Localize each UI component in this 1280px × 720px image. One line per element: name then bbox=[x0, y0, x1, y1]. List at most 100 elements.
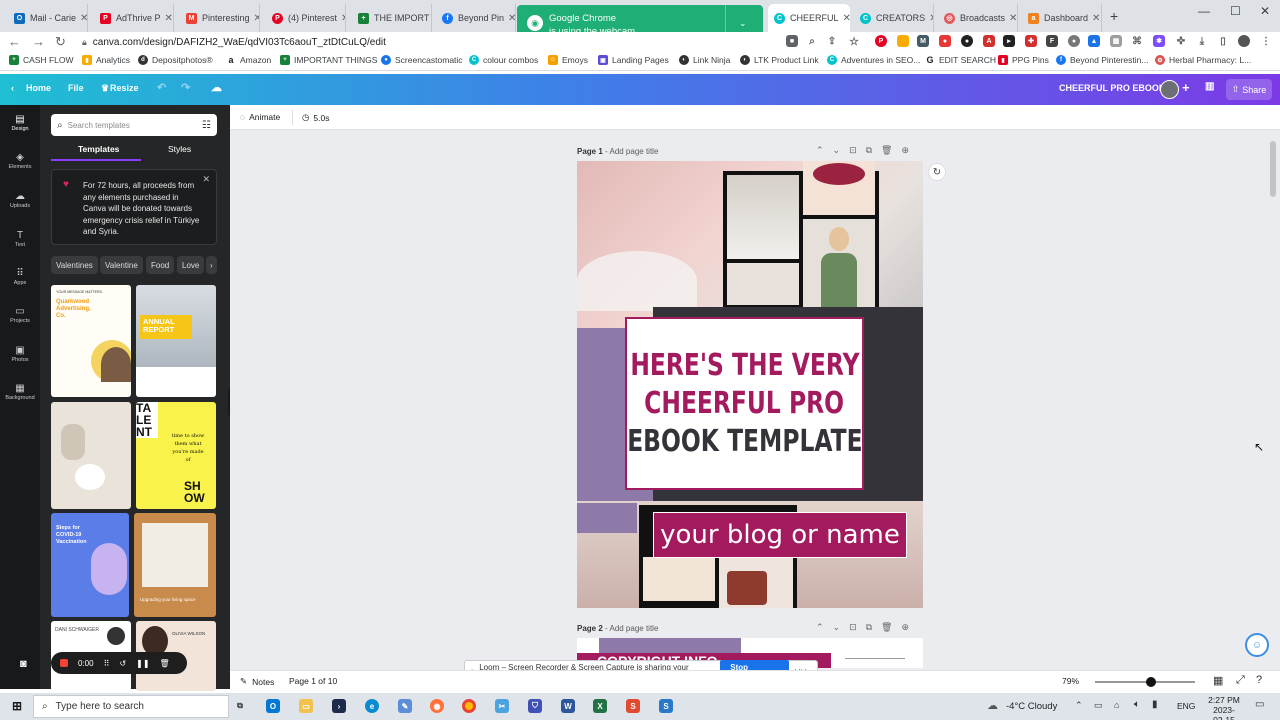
animate-button[interactable]: ◌ Animate bbox=[240, 112, 280, 122]
template-thumbnail[interactable]: Upgrading your living space bbox=[134, 513, 216, 617]
extension-icon[interactable]: M bbox=[917, 35, 929, 47]
add-collaborator-icon[interactable]: + bbox=[1182, 80, 1190, 95]
page-2-label[interactable]: Page 2 - Add page title bbox=[577, 624, 658, 633]
powershell-icon[interactable]: › bbox=[332, 699, 346, 713]
filter-chip[interactable]: Love bbox=[177, 256, 205, 274]
network-icon[interactable]: ⌂ bbox=[1114, 700, 1119, 710]
extension-icon[interactable]: ▸ bbox=[1003, 35, 1015, 47]
trash-icon[interactable]: 🗑︎ bbox=[160, 659, 170, 668]
tray-chevron-icon[interactable]: ⌃ bbox=[1075, 700, 1083, 711]
extension-icon[interactable]: F bbox=[1046, 35, 1058, 47]
search-icon[interactable]: ⌕ bbox=[806, 35, 818, 47]
cloud-saved-icon[interactable]: ☁ bbox=[211, 81, 222, 94]
browser-tab[interactable]: CCREATORS✕ bbox=[854, 4, 934, 32]
outlook-app-icon[interactable]: O bbox=[266, 699, 280, 713]
extension-icon[interactable]: ⌘ bbox=[1131, 35, 1143, 47]
browser-tab-active[interactable]: C CHEERFUL ✕ bbox=[768, 4, 850, 32]
new-tab-button[interactable]: + bbox=[1110, 8, 1118, 24]
home-button[interactable]: Home bbox=[26, 83, 51, 93]
record-camera-icon[interactable]: ◙ bbox=[20, 658, 27, 670]
close-window-button[interactable]: ✕ bbox=[1260, 4, 1270, 18]
battery-icon[interactable]: ▮ bbox=[1152, 699, 1158, 710]
share-button[interactable]: ⇧ Share bbox=[1226, 79, 1272, 100]
word-icon[interactable]: W bbox=[561, 699, 575, 713]
chevron-down-icon[interactable]: ⌄ bbox=[739, 18, 747, 29]
pause-icon[interactable]: ❚❚ bbox=[136, 659, 149, 668]
nav-text[interactable]: T Text bbox=[0, 230, 40, 248]
close-tab-icon[interactable]: ✕ bbox=[1088, 13, 1100, 24]
extension-icon[interactable]: ✱ bbox=[1153, 35, 1165, 47]
title-box[interactable]: HERE'S THE VERY CHEERFUL PRO EBOOK TEMPL… bbox=[625, 317, 864, 490]
close-tab-icon[interactable]: ✕ bbox=[925, 13, 933, 24]
bookmark-item[interactable]: ◐ LTK Product Link bbox=[740, 55, 819, 65]
bookmark-item[interactable]: ◐ Link Ninja bbox=[679, 55, 730, 65]
app-icon[interactable]: S bbox=[626, 699, 640, 713]
document-title[interactable]: CHEERFUL PRO EBOOK bbox=[1059, 83, 1165, 93]
snip-icon[interactable]: ✂ bbox=[495, 699, 509, 713]
extension-icon[interactable]: ▦ bbox=[1110, 35, 1122, 47]
browser-tab[interactable]: P(4) Pinterest✕ bbox=[266, 4, 346, 32]
close-tab-icon[interactable]: ✕ bbox=[161, 13, 173, 24]
help-icon[interactable]: ? bbox=[1256, 674, 1262, 686]
weather-text[interactable]: -4°C Cloudy bbox=[1006, 701, 1057, 712]
template-thumbnail[interactable] bbox=[51, 402, 131, 509]
bookmark-item[interactable]: ● Screencastomatic bbox=[381, 55, 463, 65]
bookmark-item[interactable]: ✿ Herbal Pharmacy: L... bbox=[1155, 55, 1251, 65]
reload-icon[interactable]: ↻ bbox=[55, 34, 66, 50]
extension-icon[interactable] bbox=[897, 35, 909, 47]
bookmark-item[interactable]: + IMPORTANT THINGS bbox=[280, 55, 377, 65]
pinterest-extension-icon[interactable]: P bbox=[875, 35, 887, 47]
extension-icon[interactable]: ● bbox=[939, 35, 951, 47]
vertical-scrollbar[interactable] bbox=[1270, 141, 1276, 197]
extension-icon[interactable]: ✚ bbox=[1025, 35, 1037, 47]
tab-styles[interactable]: Styles bbox=[168, 144, 191, 154]
language-indicator[interactable]: ENG bbox=[1177, 701, 1195, 711]
back-arrow-icon[interactable]: ← bbox=[8, 34, 21, 49]
grid-view-icon[interactable]: ▦ bbox=[1213, 674, 1223, 687]
nav-uploads[interactable]: ☁ Uploads bbox=[0, 191, 40, 209]
refresh-icon[interactable]: ↻ bbox=[928, 163, 946, 181]
chevron-left-icon[interactable]: ‹ bbox=[11, 83, 14, 93]
bookmark-item[interactable]: C Adventures in SEO... bbox=[827, 55, 920, 65]
taskbar-search-input[interactable]: ⌕ Type here to search bbox=[33, 695, 229, 718]
close-tab-icon[interactable]: ✕ bbox=[76, 13, 87, 24]
browser-tab[interactable]: MPinteresting✕ bbox=[180, 4, 260, 32]
file-explorer-icon[interactable]: ▭ bbox=[299, 699, 313, 713]
notes-button[interactable]: ✎ Notes bbox=[240, 676, 274, 687]
insights-chart-icon[interactable]: ▥ bbox=[1205, 81, 1214, 92]
browser-tab[interactable]: O Mail - Carie ✕ bbox=[8, 4, 88, 32]
design-page-1[interactable]: HERE'S THE VERY CHEERFUL PRO EBOOK TEMPL… bbox=[577, 161, 923, 608]
browser-tab[interactable]: +THE IMPORT✕ bbox=[352, 4, 432, 32]
task-view-icon[interactable]: ⧉ bbox=[233, 699, 247, 713]
help-assistant-icon[interactable]: ☺ bbox=[1245, 633, 1269, 657]
notifications-icon[interactable]: ▭ bbox=[1255, 699, 1264, 710]
close-tab-icon[interactable]: ✕ bbox=[429, 13, 431, 24]
nav-design[interactable]: ▤ Design bbox=[0, 114, 40, 132]
minimize-button[interactable]: — bbox=[1198, 4, 1210, 18]
bookmark-item[interactable]: d Depositphotos® bbox=[138, 55, 213, 65]
duration-button[interactable]: ◷ 5.0s bbox=[302, 112, 330, 123]
menu-kebab-icon[interactable]: ⋮ bbox=[1260, 35, 1272, 47]
url-field[interactable]: 🔒︎ canva.com/design/DAFIZH2_WaE/qdVI03Tc… bbox=[82, 33, 782, 51]
extension-icon[interactable]: ▲ bbox=[1088, 35, 1100, 47]
page-1-actions[interactable]: ⌃⌄⊡⧉🗑︎⊕ bbox=[816, 145, 918, 156]
close-tab-icon[interactable]: ✕ bbox=[337, 13, 345, 24]
windows-start-icon[interactable]: ⊞ bbox=[10, 699, 24, 713]
browser-tab[interactable]: ◎ Broadcasts ✕ bbox=[938, 4, 1018, 32]
profile-avatar[interactable] bbox=[1238, 35, 1250, 47]
star-icon[interactable]: ☆ bbox=[848, 35, 860, 48]
template-thumbnail[interactable]: YOUR MESSAGE MATTERS. Quarkwood Advertis… bbox=[51, 285, 131, 397]
bookmark-item[interactable]: Ccolour combos bbox=[469, 55, 538, 65]
bookmark-item[interactable]: ▣ Landing Pages bbox=[598, 55, 669, 65]
puzzle-icon[interactable]: ✜ bbox=[1175, 35, 1187, 47]
zoom-percentage[interactable]: 79% bbox=[1062, 676, 1079, 686]
page-counter[interactable]: Page 1 of 10 bbox=[289, 676, 337, 686]
firefox-icon[interactable]: ◉ bbox=[430, 699, 444, 713]
bookmark-item[interactable]: G EDIT SEARCH bbox=[925, 55, 996, 65]
page-2-actions[interactable]: ⌃⌄⊡⧉🗑︎⊕ bbox=[816, 622, 918, 633]
template-thumbnail[interactable]: ANNUAL REPORT bbox=[136, 285, 216, 397]
user-avatar[interactable] bbox=[1160, 80, 1179, 99]
browser-tab[interactable]: f Beyond Pin ✕ bbox=[436, 4, 516, 32]
chevron-right-icon[interactable]: › bbox=[206, 256, 217, 274]
display-icon[interactable]: ▭ bbox=[1094, 700, 1103, 711]
